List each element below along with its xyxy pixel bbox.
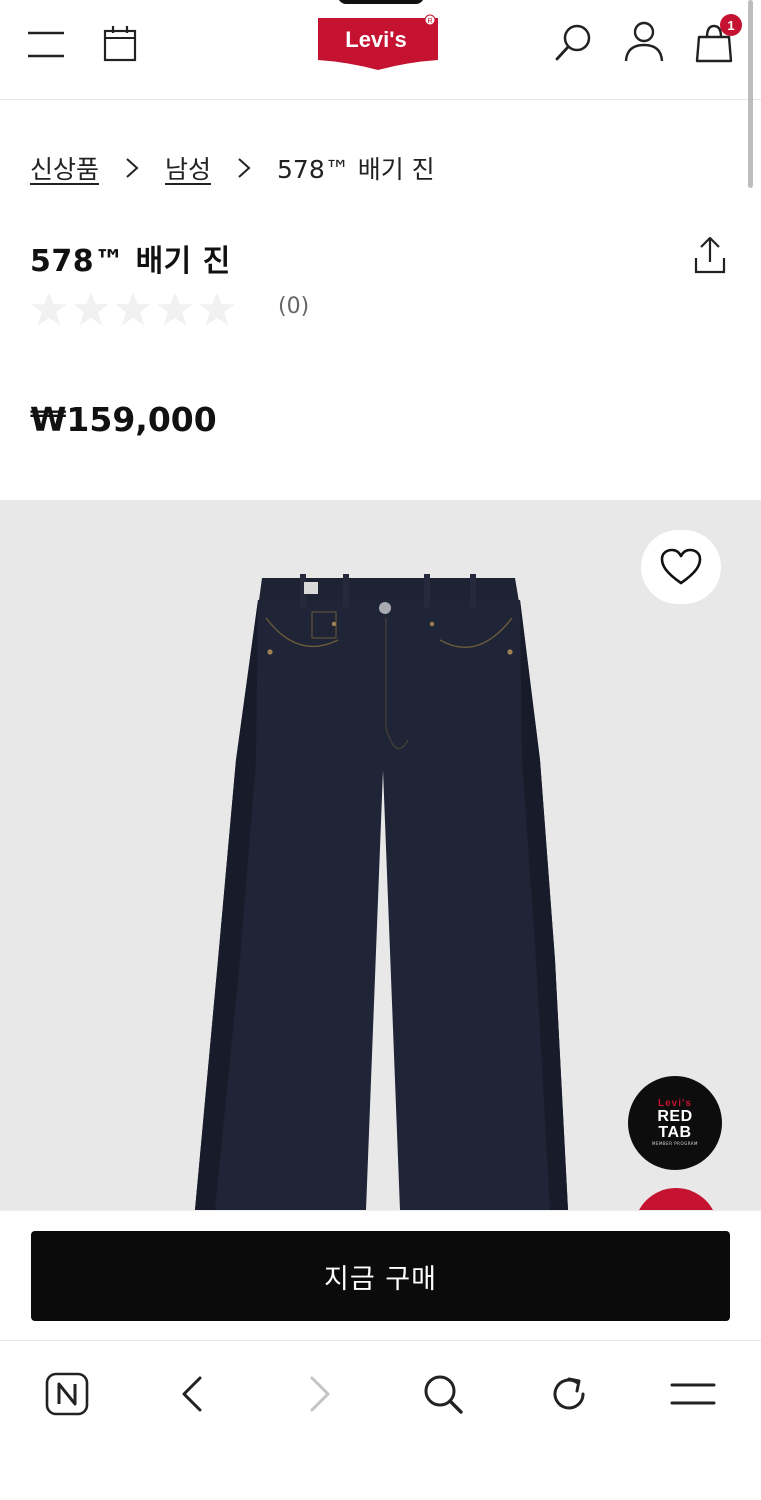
breadcrumb-current: 578™ 배기 진 xyxy=(277,155,435,184)
share-button[interactable] xyxy=(692,236,728,276)
naver-icon xyxy=(45,1372,89,1416)
search-icon xyxy=(424,1375,463,1414)
search-icon xyxy=(555,24,591,61)
user-icon xyxy=(624,21,664,62)
breadcrumb-new-arrivals[interactable]: 신상품 xyxy=(30,150,99,186)
refresh-icon xyxy=(553,1377,585,1410)
redtab-member-badge[interactable]: Levi's RED TAB MEMBER PROGRAM xyxy=(628,1076,722,1170)
forward-button[interactable] xyxy=(294,1369,344,1419)
buy-now-button[interactable]: 지금 구매 xyxy=(31,1231,730,1321)
star-icon xyxy=(199,292,235,326)
logo-text: Levi's xyxy=(345,27,407,52)
review-count[interactable]: (0) xyxy=(278,294,309,319)
buy-bar: 지금 구매 xyxy=(0,1210,761,1340)
cart-button[interactable]: 1 xyxy=(692,14,742,64)
share-icon xyxy=(694,236,726,274)
star-icon xyxy=(73,292,109,326)
browser-toolbar xyxy=(0,1340,761,1500)
menu-icon xyxy=(28,31,64,58)
chevron-right-icon xyxy=(125,157,139,179)
cart-count-badge: 1 xyxy=(720,14,742,36)
back-button[interactable] xyxy=(168,1369,218,1419)
heart-icon xyxy=(660,548,702,585)
product-title: 578™ 배기 진 xyxy=(30,244,231,279)
menu-button[interactable] xyxy=(24,26,68,62)
naver-home-button[interactable] xyxy=(42,1369,92,1419)
refresh-button[interactable] xyxy=(544,1369,594,1419)
site-header: Levi's R 1 xyxy=(0,0,761,100)
rating-stars xyxy=(30,290,236,328)
calendar-button[interactable] xyxy=(100,22,140,64)
search-button[interactable] xyxy=(552,20,596,64)
levis-logo[interactable]: Levi's R xyxy=(316,14,444,72)
star-icon xyxy=(115,292,151,326)
account-button[interactable] xyxy=(622,18,666,64)
page-scrollbar[interactable] xyxy=(748,0,753,188)
star-icon xyxy=(157,292,193,326)
svg-text:R: R xyxy=(427,18,432,25)
breadcrumb-men[interactable]: 남성 xyxy=(165,150,211,186)
calendar-icon xyxy=(103,26,137,62)
redtab-line2: TAB xyxy=(658,1124,692,1141)
wishlist-button[interactable] xyxy=(641,530,721,604)
redtab-line1: RED xyxy=(657,1108,693,1125)
star-icon xyxy=(31,292,67,326)
forward-icon xyxy=(310,1376,330,1412)
menu-icon xyxy=(670,1383,716,1405)
product-price: ₩159,000 xyxy=(30,400,217,439)
chevron-right-icon xyxy=(237,157,251,179)
browser-search-button[interactable] xyxy=(418,1369,468,1419)
breadcrumb: 신상품 남성 578™ 배기 진 xyxy=(30,150,435,186)
browser-menu-button[interactable] xyxy=(668,1369,718,1419)
back-icon xyxy=(182,1376,202,1412)
redtab-subtitle: MEMBER PROGRAM xyxy=(652,1141,698,1146)
